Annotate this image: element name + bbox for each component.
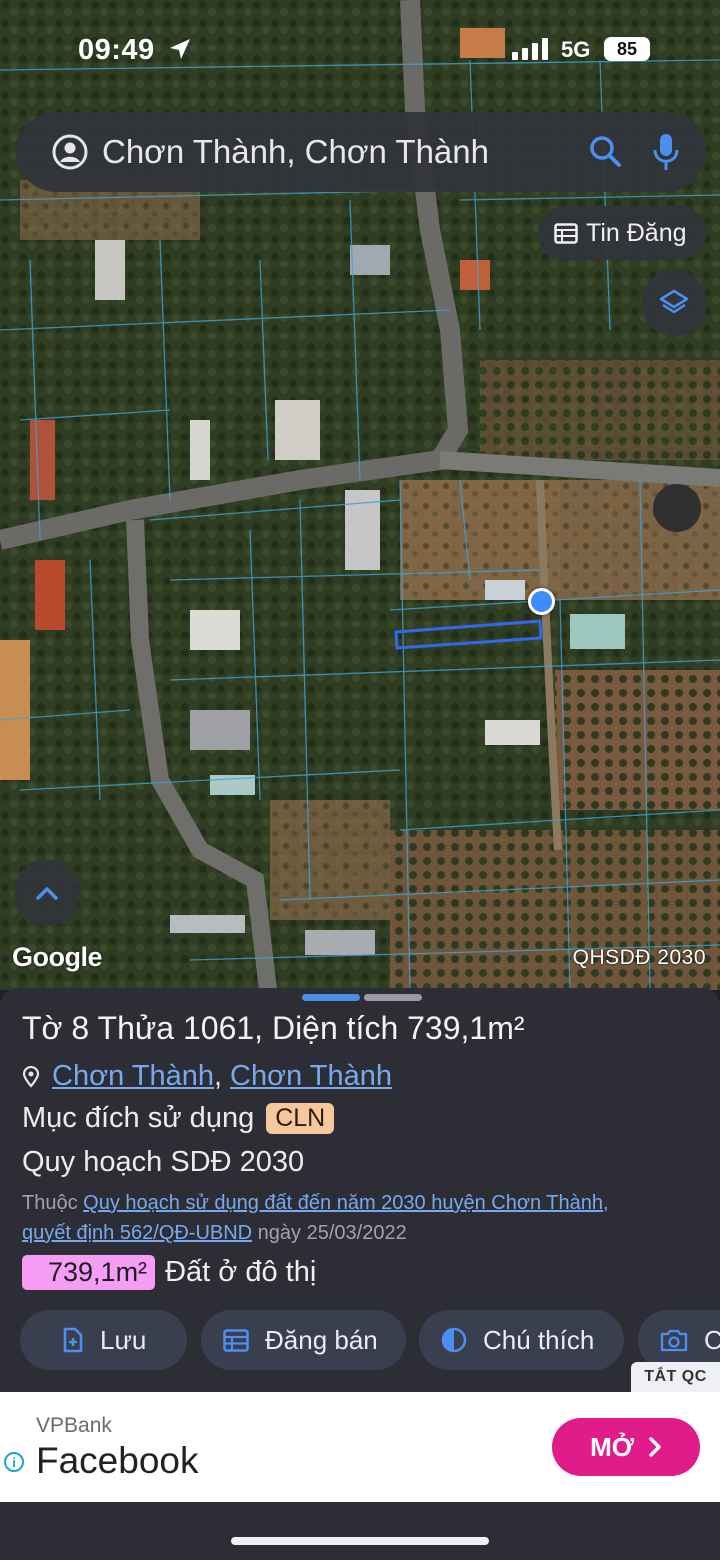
search-bar[interactable]: Chơn Thành, Chơn Thành <box>16 112 706 192</box>
search-input[interactable]: Chơn Thành, Chơn Thành <box>102 133 489 171</box>
location-arrow-icon <box>170 39 190 59</box>
battery-icon: 85 <box>604 37 650 61</box>
calendar-grid-icon <box>223 1329 249 1352</box>
ad-advertiser: VPBank <box>36 1414 112 1437</box>
calendar-grid-icon <box>554 223 578 244</box>
chevron-up-icon <box>36 887 58 900</box>
cellular-signal-icon <box>512 38 548 60</box>
account-icon[interactable] <box>52 134 88 170</box>
legend-label: Chú thích <box>483 1324 595 1355</box>
ad-banner[interactable]: i VPBank Facebook MỞ <box>0 1392 720 1502</box>
expand-up-button[interactable] <box>14 860 80 926</box>
decision-link[interactable]: quyết định 562/QĐ-UBND <box>22 1222 252 1244</box>
ad-open-button[interactable]: MỞ <box>552 1418 700 1476</box>
plan-title: Quy hoạch SDĐ 2030 <box>22 1146 305 1178</box>
address-separator: , <box>213 1060 223 1092</box>
search-icon[interactable] <box>588 134 624 170</box>
home-indicator[interactable] <box>231 1537 489 1545</box>
address-link-ward[interactable]: Chơn Thành <box>52 1060 214 1093</box>
camera-label: C <box>704 1324 720 1355</box>
close-ad-button[interactable]: TẮT QC <box>631 1362 720 1392</box>
purpose-label: Mục đích sử dụng <box>22 1102 255 1134</box>
camera-button[interactable]: C <box>638 1310 720 1370</box>
post-for-sale-button[interactable]: Đăng bán <box>201 1310 406 1370</box>
save-label: Lưu <box>100 1324 147 1355</box>
address-link-district[interactable]: Chơn Thành <box>230 1060 392 1093</box>
plan-document-link[interactable]: Quy hoạch sử dụng đất đến năm 2030 huyện… <box>83 1192 608 1214</box>
bottom-safe-area <box>0 1502 720 1560</box>
parcel-info-sheet[interactable]: Tờ 8 Thửa 1061, Diện tích 739,1m² Chơn T… <box>0 988 720 1392</box>
parcel-title: Tờ 8 Thửa 1061, Diện tích 739,1m² <box>22 1010 525 1046</box>
half-circle-icon <box>441 1327 467 1353</box>
zoning-area-row: 739,1m² Đất ở đô thị <box>22 1255 316 1290</box>
legend-button[interactable]: Chú thích <box>419 1310 624 1370</box>
post-for-sale-label: Đăng bán <box>265 1324 378 1355</box>
chevron-right-icon <box>649 1437 661 1457</box>
area-badge: 739,1m² <box>22 1255 156 1290</box>
map-control-button[interactable] <box>653 484 701 532</box>
purpose-code-badge: CLN <box>266 1103 335 1134</box>
land-use-purpose: Mục đích sử dụng CLN <box>22 1102 335 1135</box>
status-bar: 09:49 5G 85 <box>0 0 720 100</box>
parcel-address: Chơn Thành , Chơn Thành <box>22 1060 392 1093</box>
microphone-icon[interactable] <box>652 132 680 172</box>
layers-icon <box>659 289 689 314</box>
listings-button[interactable]: Tin Đăng <box>538 206 706 260</box>
ad-info-icon[interactable]: i <box>4 1452 24 1472</box>
camera-icon <box>660 1329 688 1352</box>
save-button[interactable]: Lưu <box>20 1310 187 1370</box>
zoning-type-label: Đất ở đô thị <box>165 1256 317 1288</box>
ad-headline: Facebook <box>36 1440 199 1481</box>
layers-button[interactable] <box>641 270 707 336</box>
network-type: 5G <box>561 37 591 62</box>
page-indicator-inactive <box>364 994 422 1001</box>
map-pin-icon <box>22 1065 40 1088</box>
sheet-page-indicator[interactable] <box>302 994 422 1001</box>
plan-source: Thuộc Quy hoạch sử dụng đất đến năm 2030… <box>22 1188 712 1248</box>
plan-layer-label: QHSDĐ 2030 <box>572 946 706 969</box>
action-buttons: Lưu Đăng bán Chú thích C <box>20 1310 720 1372</box>
plan-date: ngày 25/03/2022 <box>257 1222 407 1244</box>
satellite-map[interactable]: 09:49 5G 85 Chơn Thành, Chơn Thành Tin Đ… <box>0 0 720 990</box>
plan-source-prefix: Thuộc <box>22 1192 78 1214</box>
google-logo: Google <box>12 942 103 972</box>
page-indicator-active <box>302 994 360 1001</box>
listings-label: Tin Đăng <box>586 218 687 247</box>
save-file-icon <box>63 1327 83 1353</box>
current-location-marker <box>528 588 555 615</box>
ad-open-label: MỞ <box>590 1431 634 1462</box>
clock: 09:49 <box>78 34 155 66</box>
